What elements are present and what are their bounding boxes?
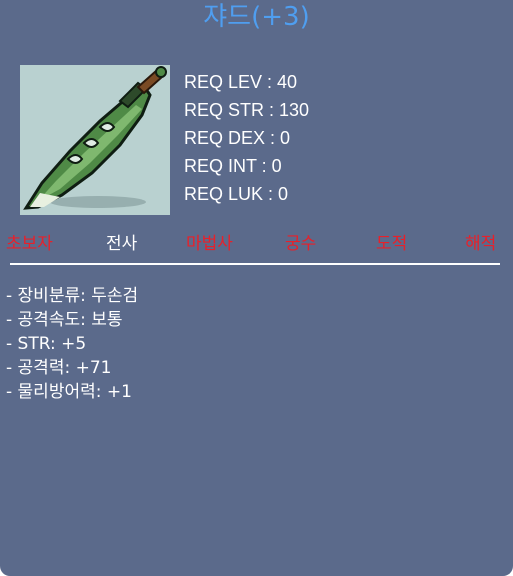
- stat-category: - 장비분류: 두손검: [6, 286, 139, 306]
- item-stats-list: - 장비분류: 두손검 - 공격속도: 보통 - STR: +5 - 공격력: …: [6, 284, 138, 404]
- stat-attack: - 공격력: +71: [6, 358, 112, 378]
- req-str: REQ STR : 130: [184, 100, 310, 120]
- requirements-list: REQ LEV : 40 REQ STR : 130 REQ DEX : 0 R…: [184, 68, 309, 208]
- stat-defense: - 물리방어력: +1: [6, 382, 132, 402]
- item-name: 쟈드(+3): [203, 2, 310, 32]
- req-luk: REQ LUK : 0: [184, 184, 289, 204]
- stat-str: - STR: +5: [6, 334, 87, 354]
- job-requirements: 초보자 전사 마법사 궁수 도적 해적: [0, 230, 513, 258]
- job-thief: 도적: [376, 234, 408, 254]
- req-level: REQ LEV : 40: [184, 72, 298, 92]
- job-bowman: 궁수: [285, 234, 317, 254]
- job-beginner: 초보자: [6, 234, 53, 254]
- stat-attack-speed: - 공격속도: 보통: [6, 310, 123, 330]
- job-pirate: 해적: [465, 234, 497, 254]
- job-warrior: 전사: [106, 234, 138, 254]
- item-tooltip-panel: 쟈드(+3) REQ LEV : 40 REQ STR : 130 REQ DE…: [0, 0, 513, 576]
- divider: [10, 263, 500, 265]
- item-icon-frame: [20, 65, 170, 215]
- green-serrated-sword-icon: [23, 66, 167, 210]
- req-dex: REQ DEX : 0: [184, 128, 291, 148]
- req-int: REQ INT : 0: [184, 156, 282, 176]
- job-magician: 마법사: [186, 234, 233, 254]
